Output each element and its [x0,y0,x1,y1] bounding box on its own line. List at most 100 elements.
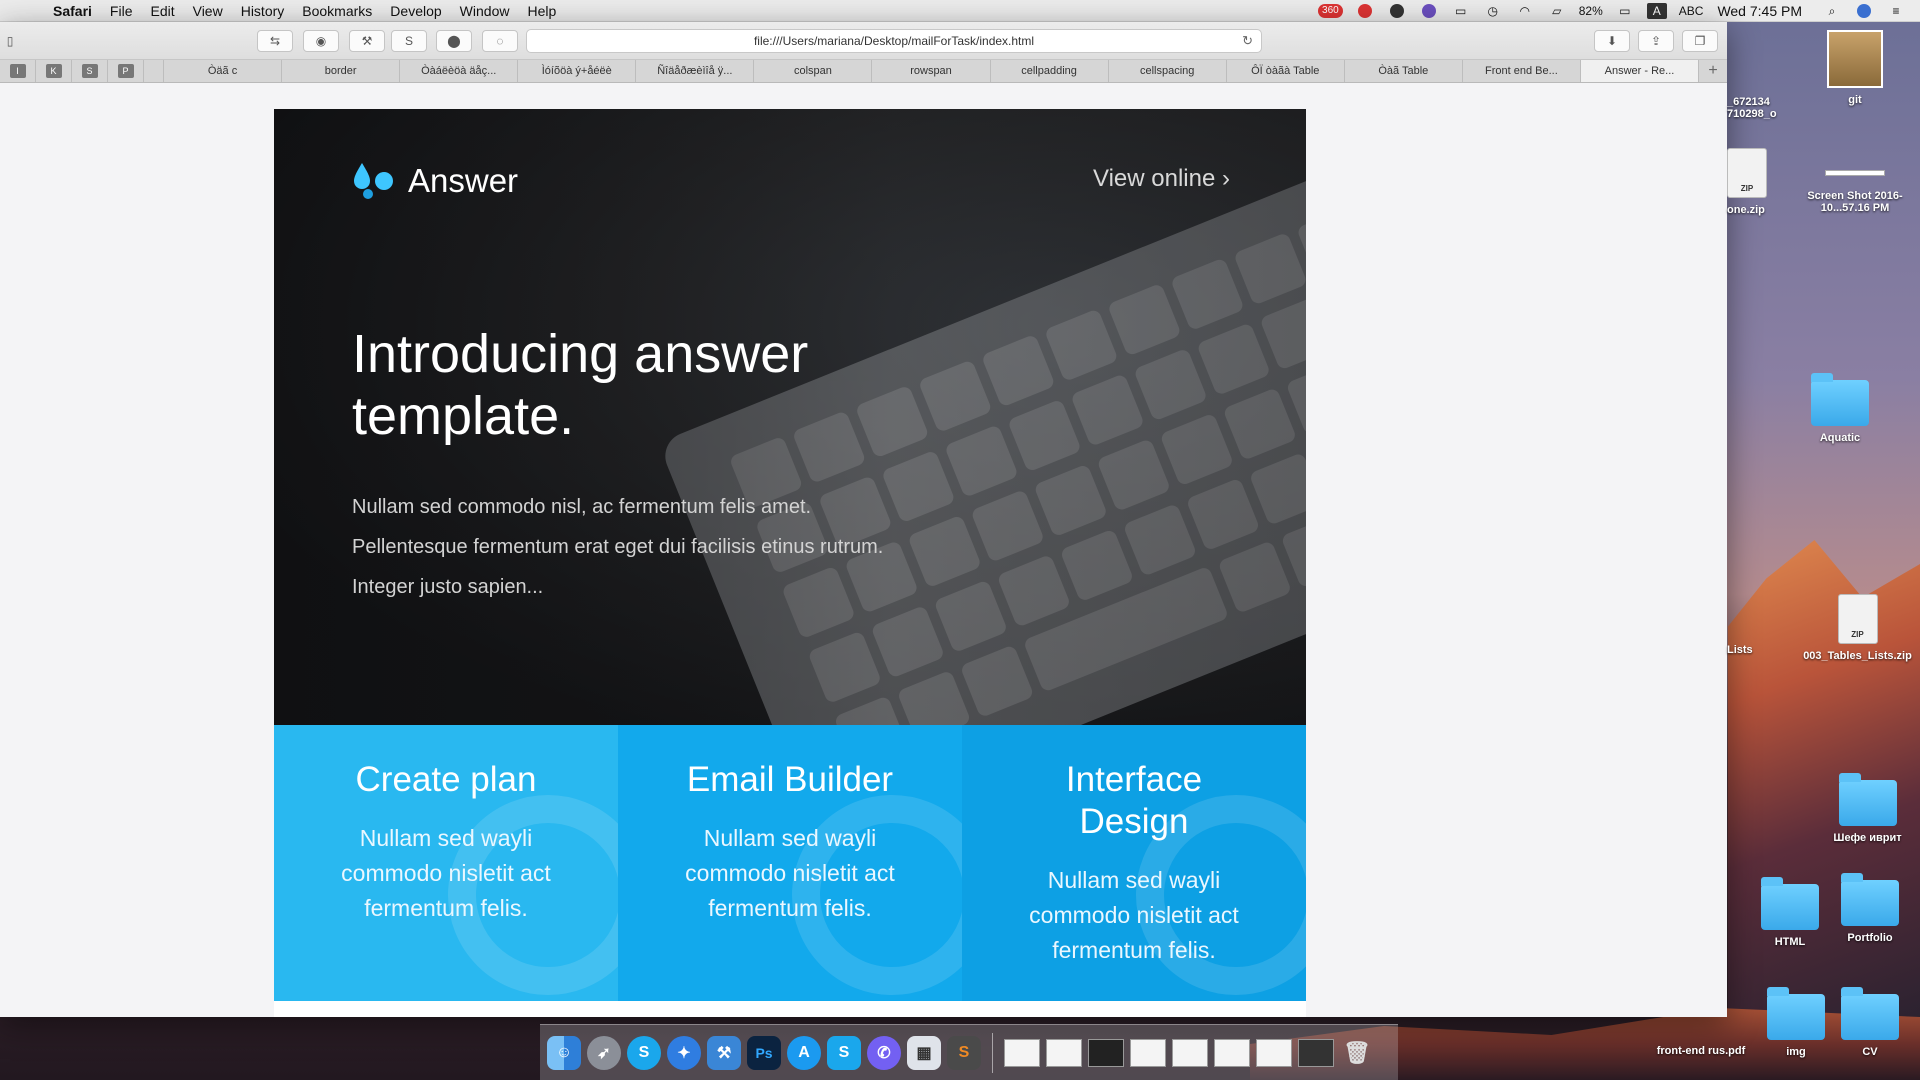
menu-app-name[interactable]: Safari [53,3,92,19]
browser-tab[interactable]: Òàã Table [1345,60,1463,82]
360-security-icon[interactable]: 360 [1318,3,1343,19]
desktop-icon-img[interactable]: img [1756,987,1836,1058]
browser-tab[interactable]: rowspan [872,60,991,82]
skype-icon[interactable]: S [627,1035,661,1070]
downloads-icon[interactable]: ⬇ [1594,30,1630,52]
sublime-icon[interactable]: S [947,1035,981,1070]
menu-edit[interactable]: Edit [150,3,174,19]
airplay-icon[interactable]: ▱ [1547,3,1567,19]
browser-tab-active[interactable]: Answer - Re... [1580,60,1700,82]
adblock-icon[interactable]: ⬤ [436,30,472,52]
dock-document-icon[interactable] [1172,1038,1208,1067]
dock-document-icon[interactable] [1088,1038,1124,1067]
wifi-icon[interactable]: ◠ [1515,3,1535,19]
browser-tab[interactable]: Front end Be... [1463,60,1581,82]
page-content: Answer View online › Introducing answer … [0,83,1727,1017]
dock-document-icon[interactable] [1298,1038,1334,1067]
display-icon[interactable]: ▭ [1451,3,1471,19]
browser-tab[interactable]: ÔÏ òàãà Table [1227,60,1345,82]
battery-percent[interactable]: 82% [1579,3,1603,19]
preview-icon[interactable]: ▦ [907,1035,941,1070]
share-icon[interactable]: ⇪ [1638,30,1674,52]
dock-document-icon[interactable] [1130,1038,1166,1067]
time-machine-icon[interactable]: ◷ [1483,3,1503,19]
menu-bookmarks[interactable]: Bookmarks [302,3,372,19]
tabs-overview-icon[interactable]: ❐ [1682,30,1718,52]
recording-icon[interactable] [1355,3,1375,19]
new-tab-icon[interactable]: + [1699,60,1727,82]
pinned-tab[interactable]: S [72,60,108,82]
browser-tab[interactable]: cellspacing [1109,60,1227,82]
feature-text: Nullam sed wayli commodo nisletit act fe… [341,825,551,921]
browser-tab[interactable]: Òàáëèöà äåç... [400,60,519,82]
menu-develop[interactable]: Develop [390,3,441,19]
menu-bar: Safari File Edit View History Bookmarks … [0,0,1920,22]
browser-tab[interactable]: Ìóíõöà ý+åéëè [518,60,637,82]
dock-document-icon[interactable] [1214,1038,1250,1067]
desktop-icon-aquatic[interactable]: Aquatic [1800,373,1880,444]
browser-tab[interactable]: cellpadding [991,60,1109,82]
pinned-tab[interactable]: P [108,60,144,82]
browser-tab[interactable]: border [282,60,401,82]
feature-title: Interface Design [1065,760,1203,841]
menu-file[interactable]: File [110,3,133,19]
viber-icon[interactable]: ✆ [867,1035,901,1070]
desktop-icon-html[interactable]: HTML [1750,877,1830,948]
feature-email-builder: Email Builder Nullam sed wayli commodo n… [618,725,962,1001]
extension-circle-icon[interactable]: ◌ [482,30,518,52]
desktop-icon-zip[interactable]: ZIP one.zip [1727,148,1797,216]
viber-tray-icon[interactable] [1419,3,1439,19]
task-check-icon[interactable] [1387,3,1407,19]
feature-text: Nullam sed wayli commodo nisletit act fe… [685,825,895,921]
photoshop-icon[interactable]: Ps [747,1035,781,1070]
notification-center-icon[interactable]: ≡ [1886,3,1906,19]
pinned-tab[interactable]: K [36,60,72,82]
browser-tab[interactable]: Òäã c [164,60,283,82]
user-avatar-icon[interactable] [1854,3,1874,19]
battery-icon[interactable]: ▭ [1615,3,1635,19]
dock-document-icon[interactable] [1004,1038,1040,1067]
browser-tab[interactable]: colspan [754,60,873,82]
safari-toolbar: ▯ ⇆ ◉ ⚒ S ⬤ ◌ file:///Users/mariana/Desk… [0,22,1727,60]
desktop-icon-portfolio[interactable]: Portfolio [1830,873,1910,944]
desktop-icon-photo[interactable]: _672134 710298_o [1727,40,1797,120]
dock-document-icon[interactable] [1046,1038,1082,1067]
answer-logo[interactable]: Answer [352,161,518,201]
browser-tab[interactable]: Ñîäåðæèìîå ÿ... [636,60,755,82]
menu-window[interactable]: Window [460,3,510,19]
reload-icon[interactable]: ↻ [1242,33,1253,49]
pinned-tab[interactable]: I [0,60,36,82]
desktop-icon-pdf[interactable]: front-end rus.pdf [1636,1045,1766,1057]
input-source-label[interactable]: ABC [1679,3,1704,19]
menu-help[interactable]: Help [527,3,556,19]
reader-icon[interactable]: ◉ [303,30,339,52]
extension-hammer-icon[interactable]: ⚒ [349,30,385,52]
status-tray: 360 ▭ ◷ ◠ ▱ 82% ▭ A ABC Wed 7:45 PM ⌕ ≡ [1312,0,1920,22]
menu-clock[interactable]: Wed 7:45 PM [1717,3,1802,19]
menu-history[interactable]: History [241,3,285,19]
sidebar-toggle-icon[interactable]: ▯ [0,30,20,52]
app-store-icon[interactable]: A [787,1035,821,1070]
back-forward-icon[interactable]: ⇆ [257,30,293,52]
desktop-icon-tables-zip[interactable]: ZIP 003_Tables_Lists.zip [1795,594,1920,662]
desktop-icon-git[interactable]: git [1815,30,1895,106]
skype-alt-icon[interactable]: S [827,1035,861,1070]
menu-view[interactable]: View [193,3,223,19]
dock-document-icon[interactable] [1256,1038,1292,1067]
trash-icon[interactable]: 🗑 [1340,1036,1374,1070]
desktop-icon-screenshot[interactable]: Screen Shot 2016-10...57.16 PM [1790,150,1920,214]
safari-icon[interactable]: ✦ [667,1035,701,1070]
launchpad-icon[interactable]: ➶ [587,1035,621,1070]
input-source-icon[interactable]: A [1646,3,1667,19]
feature-interface-design: Interface Design Nullam sed wayli commod… [962,725,1306,1001]
desktop-icon-lists[interactable]: Lists [1727,596,1777,656]
desktop-icon-cv[interactable]: CV [1830,987,1910,1058]
desktop-icon-hebrew[interactable]: Шефе иврит [1815,773,1920,844]
extension-s-icon[interactable]: S [391,30,427,52]
spotlight-search-icon[interactable]: ⌕ [1822,3,1842,19]
finder-icon[interactable]: ☺ [547,1035,581,1070]
address-bar[interactable]: file:///Users/mariana/Desktop/mailForTas… [526,29,1262,53]
view-online-link[interactable]: View online › [1093,165,1230,193]
xcode-icon[interactable]: ⚒ [707,1035,741,1070]
folder-icon [1767,987,1825,1040]
